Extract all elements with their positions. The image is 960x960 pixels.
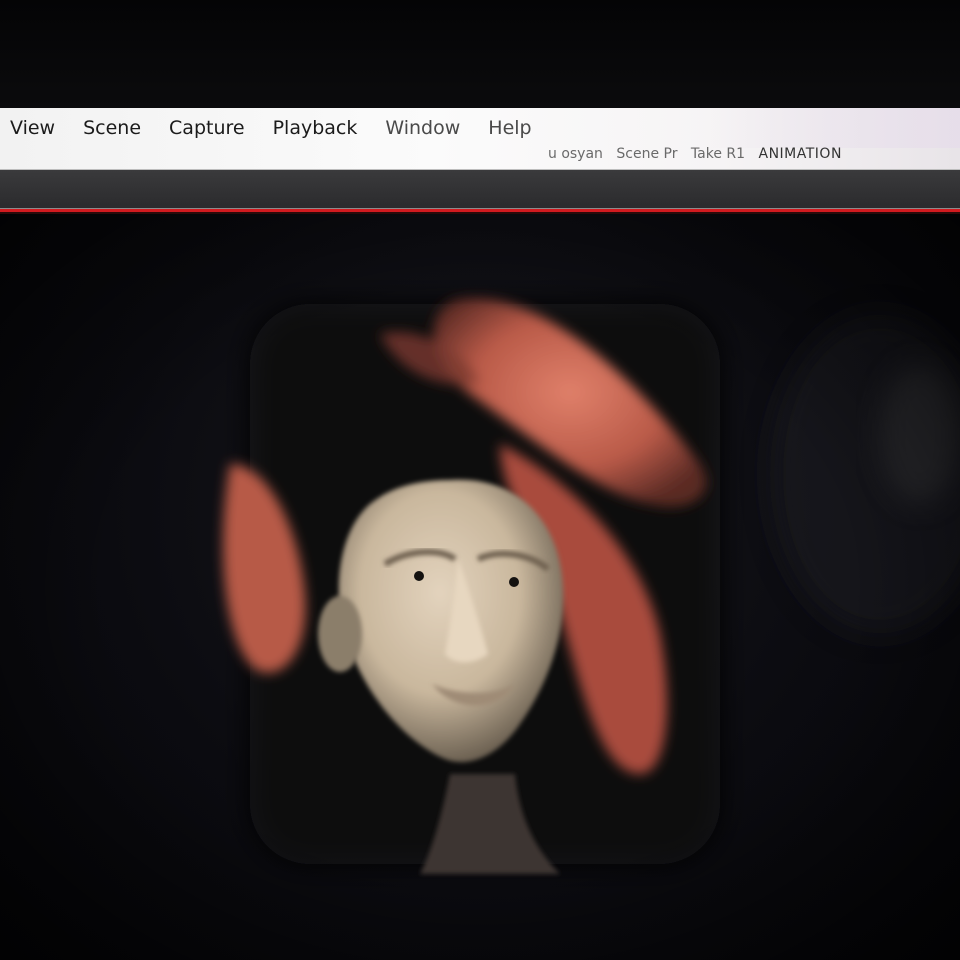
monitor-screen: View Scene Capture Playback Window Help … <box>0 0 960 960</box>
status-scene: Scene Pr <box>616 146 678 162</box>
monitor-bezel <box>0 0 960 108</box>
menu-capture[interactable]: Capture <box>169 115 259 141</box>
screen-glare <box>700 108 960 148</box>
status-user: u osyan <box>548 146 603 162</box>
lens-vignette <box>0 214 960 960</box>
toolbar-strip <box>0 170 960 208</box>
menu-scene[interactable]: Scene <box>83 115 155 141</box>
menu-items: View Scene Capture Playback Window Help <box>10 115 560 141</box>
status-mode: ANIMATION <box>758 146 842 162</box>
menu-playback[interactable]: Playback <box>273 115 372 141</box>
capture-viewport[interactable] <box>0 214 960 960</box>
menu-window[interactable]: Window <box>385 115 474 141</box>
live-view-image <box>0 214 960 960</box>
status-take: Take R1 <box>690 146 746 162</box>
menu-help[interactable]: Help <box>488 115 545 141</box>
menu-view[interactable]: View <box>10 115 69 141</box>
project-status: u osyan Scene Pr Take R1 ANIMATION <box>548 146 851 162</box>
